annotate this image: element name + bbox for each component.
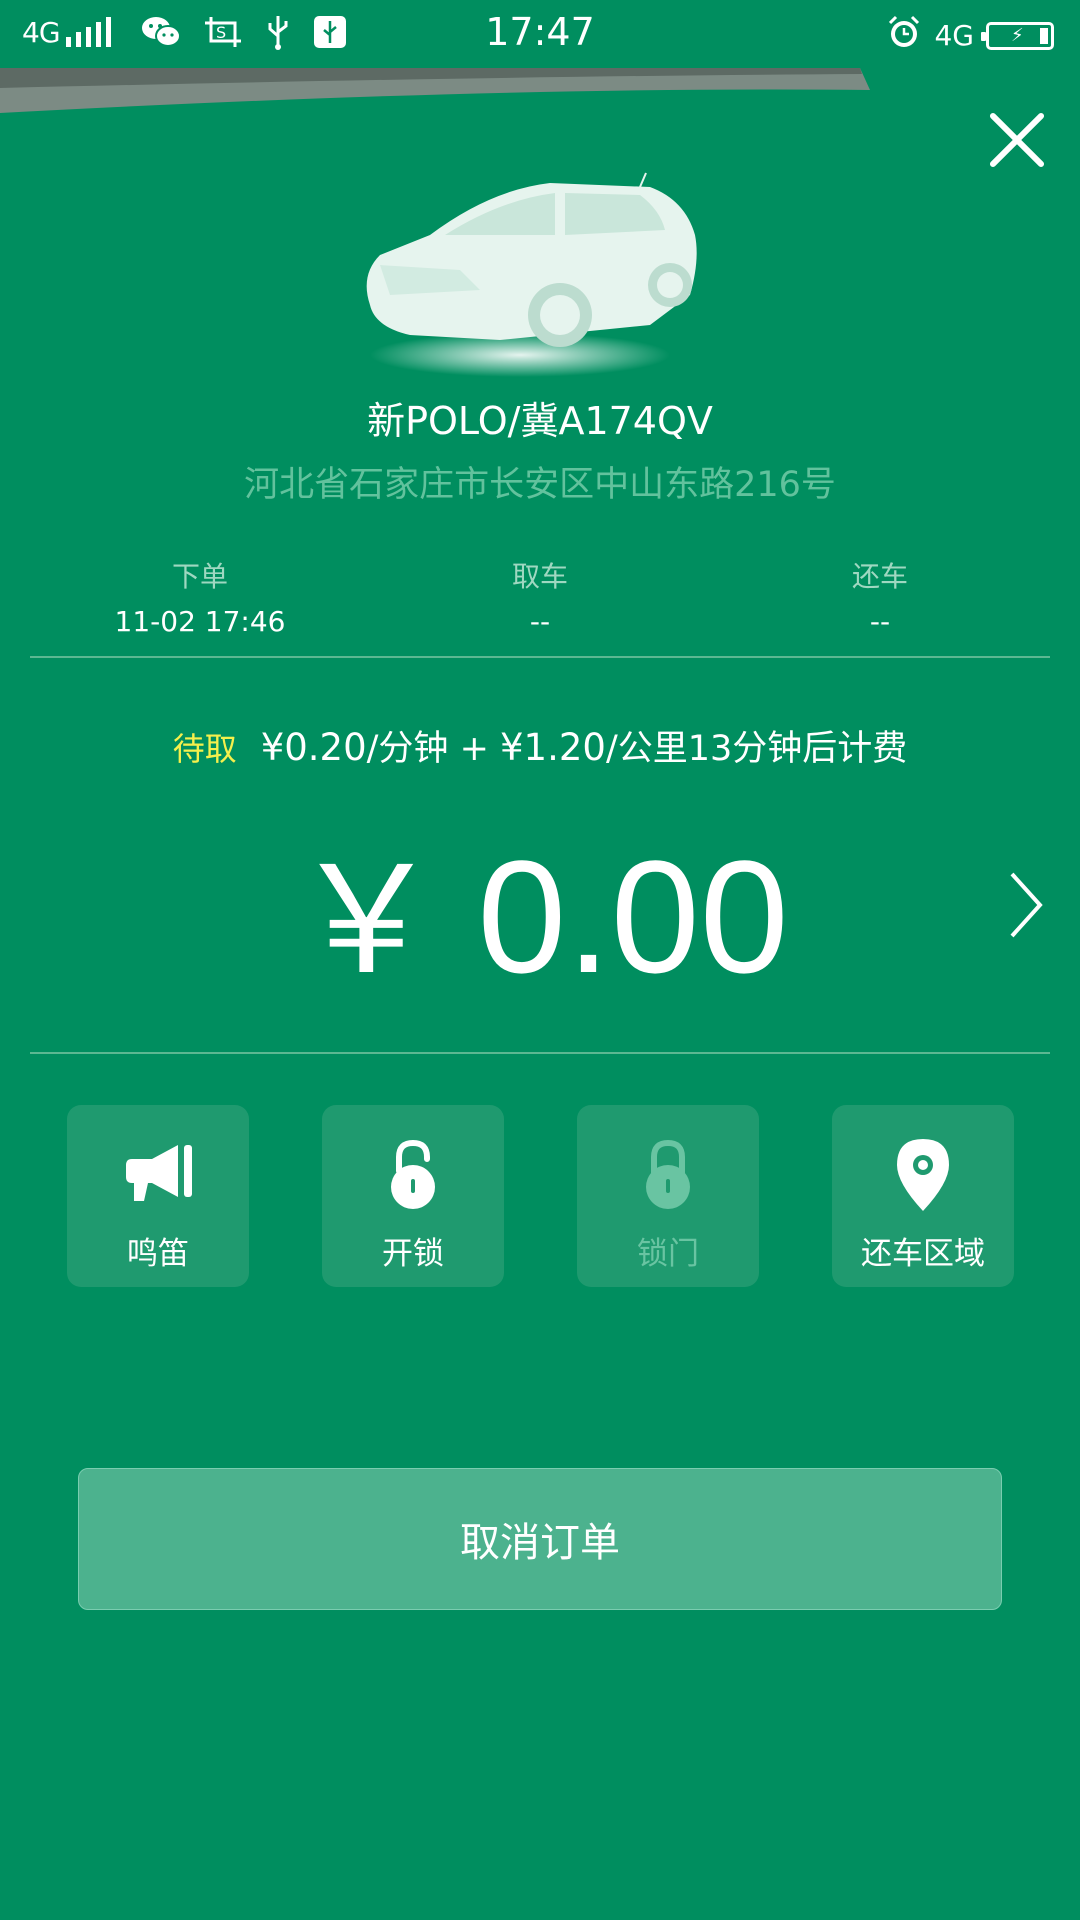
header-decoration	[0, 68, 870, 113]
timeline-label: 取车	[511, 560, 568, 593]
alarm-icon	[886, 14, 922, 57]
return-area-button[interactable]: 还车区域	[832, 1105, 1014, 1287]
chevron-right-icon[interactable]	[1006, 870, 1046, 940]
timeline-value: --	[869, 605, 891, 638]
timeline-label: 下单	[171, 560, 228, 593]
action-label: 锁门	[637, 1236, 699, 1272]
timeline-label: 还车	[851, 560, 908, 593]
lock-icon	[646, 1139, 690, 1209]
timeline-order: 下单 11-02 17:46	[50, 555, 350, 638]
car-title: 新POLO/冀A174QV	[367, 399, 713, 443]
status-bar: 4G S 17:47 4G ⚡	[0, 0, 1080, 70]
lock-button[interactable]: 锁门	[577, 1105, 759, 1287]
timeline-return: 还车 --	[730, 555, 1030, 638]
per-km-price: ¥1.20	[500, 726, 606, 769]
per-minute-unit: /分钟	[366, 729, 449, 769]
per-km-unit: /公里	[605, 729, 688, 769]
action-label: 开锁	[382, 1236, 444, 1272]
currency-symbol: ￥	[291, 836, 442, 1004]
network-type-right: 4G	[934, 19, 974, 52]
action-bar: 鸣笛 开锁 锁门 还车区域	[0, 1105, 1080, 1287]
timeline-value: 11-02 17:46	[114, 605, 286, 638]
timeline-value: --	[529, 605, 551, 638]
close-button[interactable]	[986, 110, 1046, 170]
fee-amount[interactable]: ￥ 0.00	[0, 822, 1080, 1015]
per-minute-price: ¥0.20	[260, 726, 367, 769]
billing-note: 13分钟后计费	[687, 729, 908, 769]
battery-icon: ⚡	[981, 21, 1054, 50]
unlock-icon	[391, 1139, 435, 1209]
plus-sign: +	[448, 729, 501, 769]
status-bar-right: 4G ⚡	[886, 14, 1054, 57]
action-label: 鸣笛	[127, 1236, 189, 1272]
divider	[30, 656, 1050, 658]
pricing-info: 待取 ¥0.20/分钟 + ¥1.20/公里13分钟后计费	[0, 720, 1080, 771]
location-pin-icon	[897, 1139, 949, 1211]
action-label: 还车区域	[861, 1236, 985, 1272]
car-image	[366, 172, 697, 377]
horn-button[interactable]: 鸣笛	[67, 1105, 249, 1287]
car-address: 河北省石家庄市长安区中山东路216号	[244, 465, 836, 505]
timeline-pickup: 取车 --	[390, 555, 690, 638]
horn-icon	[126, 1145, 192, 1201]
cancel-order-button[interactable]: 取消订单	[78, 1468, 1002, 1610]
divider	[30, 1052, 1050, 1054]
unlock-button[interactable]: 开锁	[322, 1105, 504, 1287]
order-status: 待取	[172, 730, 237, 768]
fee-value: 0.00	[477, 827, 789, 1006]
